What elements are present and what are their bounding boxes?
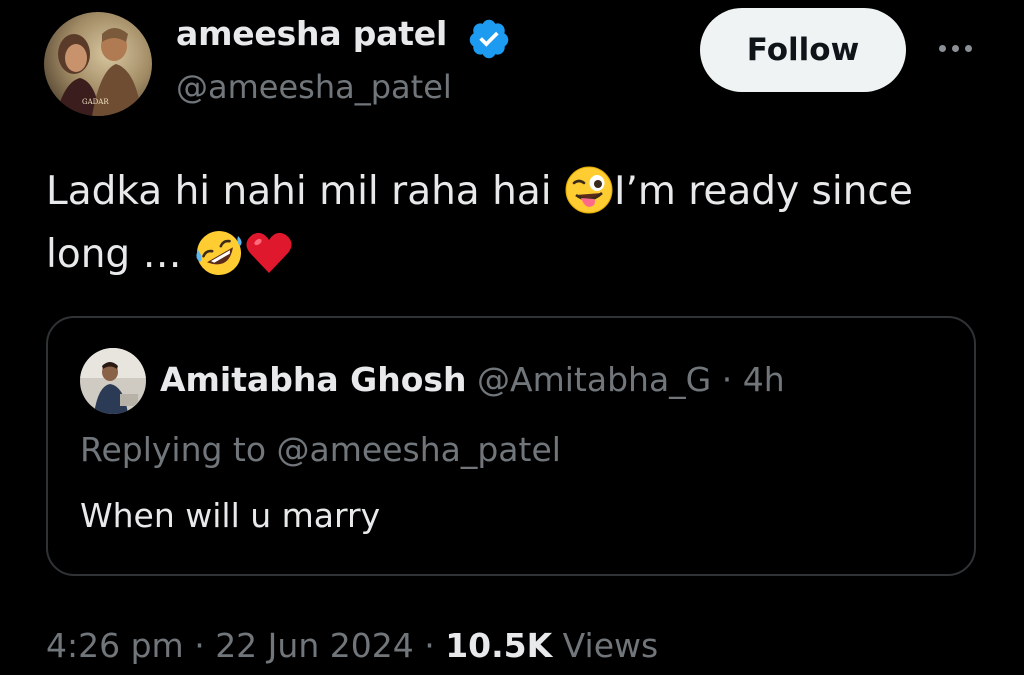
- red-heart-icon: [246, 232, 292, 273]
- quoted-author-handle[interactable]: @Amitabha_G: [477, 360, 711, 399]
- tweet-page: GADAR ameesha patel @ameesha_patel Follo…: [0, 0, 1024, 675]
- tweet-text-part1: Ladka hi nahi mil raha hai: [46, 169, 564, 214]
- author-handle[interactable]: @ameesha_patel: [176, 68, 452, 106]
- tweet-metadata: 4:26 pm · 22 Jun 2024 · 10.5K Views: [46, 626, 658, 665]
- replying-to-handle[interactable]: @ameesha_patel: [277, 430, 561, 469]
- avatar-image: GADAR: [44, 12, 152, 116]
- verified-badge-icon: [469, 19, 509, 59]
- avatar-logo-text: GADAR: [82, 98, 109, 106]
- quoted-tweet-text: When will u marry: [80, 496, 381, 535]
- author-display-name[interactable]: ameesha patel: [176, 14, 447, 53]
- more-horizontal-icon-dot: [964, 44, 972, 52]
- quoted-tweet-header: Amitabha Ghosh @Amitabha_G · 4h: [160, 360, 785, 399]
- more-horizontal-icon-dot: [951, 44, 959, 52]
- rolling-on-the-floor-laughing-icon: [196, 231, 242, 275]
- meta-separator: ·: [711, 360, 743, 399]
- quoted-tweet-card[interactable]: Amitabha Ghosh @Amitabha_G · 4h Replying…: [46, 316, 976, 576]
- quoted-author-avatar[interactable]: [80, 348, 146, 414]
- quoted-author-name[interactable]: Amitabha Ghosh: [160, 360, 467, 399]
- more-options-button[interactable]: [930, 33, 980, 63]
- replying-prefix: Replying to: [80, 430, 277, 469]
- quoted-avatar-image: [80, 348, 146, 414]
- quoted-timestamp[interactable]: 4h: [743, 360, 785, 399]
- tweet-time[interactable]: 4:26 pm: [46, 626, 184, 665]
- views-count: 10.5K: [445, 626, 553, 665]
- more-horizontal-icon: [938, 44, 946, 52]
- meta-separator: ·: [413, 626, 446, 665]
- author-avatar[interactable]: GADAR: [44, 12, 152, 116]
- meta-separator: ·: [183, 626, 216, 665]
- replying-to-line: Replying to @ameesha_patel: [80, 430, 561, 469]
- tweet-text: Ladka hi nahi mil raha hai I’m ready sin…: [46, 160, 986, 286]
- winking-face-with-tongue-icon: [565, 166, 613, 214]
- tweet-date[interactable]: 22 Jun 2024: [215, 626, 414, 665]
- views-label: Views: [552, 626, 659, 665]
- follow-button[interactable]: Follow: [700, 8, 906, 92]
